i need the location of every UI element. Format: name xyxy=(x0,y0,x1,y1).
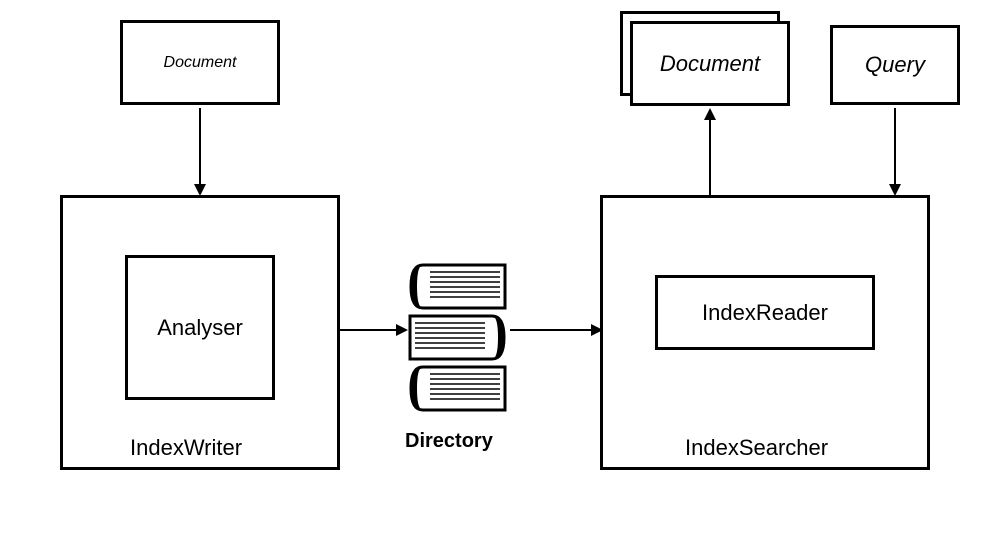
directory-label: Directory xyxy=(405,430,493,453)
arrow-writer-to-directory xyxy=(340,328,410,332)
arrow-document-to-writer xyxy=(198,108,202,198)
documents-text: Document xyxy=(660,51,760,77)
documents-box-front: Document xyxy=(630,21,790,106)
analyser-text: Analyser xyxy=(157,315,243,341)
document-box: Document xyxy=(120,20,280,105)
arrow-query-to-searcher xyxy=(893,108,897,198)
document-text: Document xyxy=(164,54,237,72)
index-reader-text: IndexReader xyxy=(702,300,828,326)
arrow-directory-to-searcher xyxy=(510,328,605,332)
index-reader-box: IndexReader xyxy=(655,275,875,350)
index-writer-label: IndexWriter xyxy=(130,435,242,461)
query-text: Query xyxy=(865,52,925,78)
query-box: Query xyxy=(830,25,960,105)
arrow-searcher-to-documents xyxy=(708,108,712,198)
directory-icon xyxy=(405,260,510,420)
analyser-box: Analyser xyxy=(125,255,275,400)
index-searcher-label: IndexSearcher xyxy=(685,435,828,461)
